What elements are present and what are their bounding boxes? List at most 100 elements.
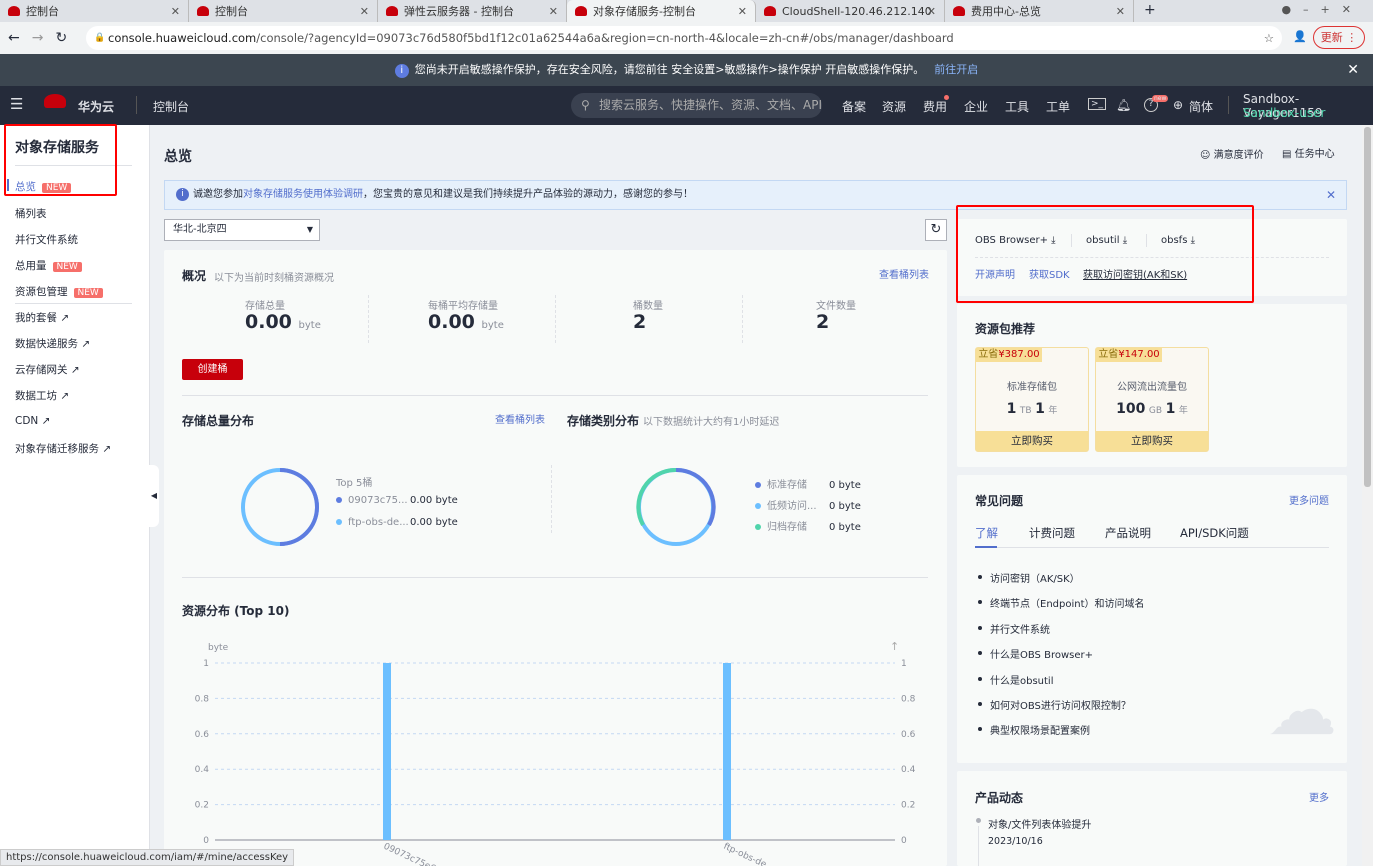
sidebar-item-my-plans[interactable]: 我的套餐 ↗ — [15, 310, 69, 325]
class-name: 低频访问... — [767, 501, 817, 512]
highlight-box — [4, 124, 117, 196]
url-input[interactable]: 🔒 console.huaweicloud.com/console/?agency… — [86, 26, 1282, 50]
sidebar-item-migration[interactable]: 对象存储迁移服务 ↗ — [15, 441, 111, 456]
tab-product[interactable]: 产品说明 — [1105, 525, 1151, 541]
nav-item-billing[interactable]: 费用 — [923, 98, 947, 115]
tab-billing[interactable]: 计费问题 — [1029, 525, 1075, 541]
arrow-up-icon[interactable]: ↑ — [890, 640, 899, 653]
view-bucket-list-link[interactable]: 查看桶列表 — [879, 266, 929, 281]
nav-item-enterprise[interactable]: 企业 — [964, 98, 988, 115]
address-bar-row: ← → ↻ 🔒 console.huaweicloud.com/console/?… — [0, 22, 1373, 54]
legend-item[interactable]: ftp-obs-de...0.00 byte — [336, 517, 458, 528]
buy-button[interactable]: 立即购买 — [976, 431, 1088, 451]
sidebar-item-packages[interactable]: 资源包管理 NEW — [15, 284, 103, 299]
browser-tab[interactable]: 控制台 ✕ — [189, 0, 378, 22]
browser-tab[interactable]: CloudShell-120.46.212.140 ✕ — [756, 0, 945, 22]
faq-item[interactable]: 什么是obsutil — [978, 672, 1054, 687]
view-bucket-list-link[interactable]: 查看桶列表 — [495, 411, 545, 426]
sidebar-item-buckets[interactable]: 桶列表 — [15, 206, 47, 221]
close-notice-icon[interactable]: ✕ — [1326, 181, 1336, 209]
legend-dot — [755, 524, 761, 530]
close-tab-icon[interactable]: ✕ — [738, 5, 747, 18]
update-button[interactable]: 更新 ⋮ — [1313, 26, 1365, 49]
nav-item-filing[interactable]: 备案 — [842, 98, 866, 115]
faq-item[interactable]: 访问密钥（AK/SK） — [978, 570, 1080, 585]
close-tab-icon[interactable]: ✕ — [360, 5, 369, 18]
survey-link[interactable]: 对象存储服务使用体验调研 — [243, 189, 363, 200]
save-tag: 立省¥387.00 — [976, 348, 1042, 362]
close-tab-icon[interactable]: ✕ — [549, 5, 558, 18]
tab-api-sdk[interactable]: API/SDK问题 — [1180, 525, 1249, 541]
stat-label: 存储总量 — [245, 301, 285, 312]
reload-icon[interactable]: ↻ — [55, 30, 67, 46]
label: 总用量 — [15, 260, 47, 272]
browser-tab[interactable]: 费用中心-总览 ✕ — [945, 0, 1134, 22]
close-tab-icon[interactable]: ✕ — [927, 5, 936, 18]
menu-icon[interactable]: ☰ — [10, 95, 23, 113]
create-bucket-button[interactable]: 创建桶 — [182, 359, 243, 380]
label: 满意度评价 — [1213, 150, 1264, 161]
buy-button[interactable]: 立即购买 — [1096, 431, 1208, 451]
label: 对象存储迁移服务 — [15, 443, 99, 455]
scrollbar[interactable] — [1362, 125, 1373, 866]
bookmark-star-icon[interactable]: ☆ — [1264, 26, 1274, 50]
browser-tab[interactable]: 控制台 ✕ — [0, 0, 189, 22]
faq-item[interactable]: 终端节点（Endpoint）和访问域名 — [978, 595, 1145, 610]
close-banner-icon[interactable]: ✕ — [1347, 54, 1359, 86]
sidebar-item-cdn[interactable]: CDN ↗ — [15, 415, 50, 427]
language-switch[interactable]: 简体 — [1189, 98, 1213, 115]
satisfaction-button[interactable]: ☺ 满意度评价 — [1200, 146, 1264, 161]
package-spec: 100 GB 1 年 — [1116, 401, 1188, 417]
legend-item[interactable]: 归档存储 0 byte — [755, 518, 861, 533]
tab-learn[interactable]: 了解 — [975, 525, 998, 541]
profile-icon[interactable]: 👤 — [1293, 30, 1307, 43]
browser-tab[interactable]: 弹性云服务器 - 控制台 ✕ — [378, 0, 567, 22]
nav-item-resources[interactable]: 资源 — [882, 98, 906, 115]
globe-icon[interactable]: ⊕ — [1173, 98, 1183, 112]
user-name[interactable]: Sandbox-user — [1243, 106, 1325, 120]
info-icon: i — [176, 188, 189, 201]
region-select[interactable]: 华北-北京四 ▼ — [164, 219, 320, 241]
close-tab-icon[interactable]: ✕ — [171, 5, 180, 18]
stat-bucket-count[interactable]: 2 — [633, 311, 646, 333]
legend-item[interactable]: 09073c75... 0.00 byte — [336, 495, 458, 506]
close-tab-icon[interactable]: ✕ — [1116, 5, 1125, 18]
task-center-button[interactable]: ▤ 任务中心 — [1282, 145, 1335, 160]
collapse-sidebar-handle[interactable]: ◀ — [149, 465, 159, 527]
huawei-logo-icon[interactable] — [44, 94, 66, 108]
faq-item[interactable]: 如何对OBS进行访问权限控制？ — [978, 697, 1131, 712]
faq-item[interactable]: 并行文件系统 — [978, 621, 1050, 636]
legend-item[interactable]: 低频访问... 0 byte — [755, 497, 861, 512]
new-tab-icon[interactable]: + — [1134, 0, 1166, 22]
global-search-input[interactable]: ⚲ 搜索云服务、快捷操作、资源、文档、API — [571, 93, 822, 118]
more-faq-link[interactable]: 更多问题 — [1289, 492, 1329, 507]
browser-tab-active[interactable]: 对象存储服务-控制台 ✕ — [567, 0, 756, 22]
sidebar-item-parallel-fs[interactable]: 并行文件系统 — [15, 232, 78, 247]
legend-dot — [336, 497, 342, 503]
label: 云存储网关 — [15, 364, 68, 376]
back-icon[interactable]: ← — [8, 30, 20, 46]
package-card: 立省¥387.00 标准存储包 1 TB 1 年 立即购买 — [975, 347, 1089, 452]
security-notice-banner: i 您尚未开启敏感操作保护，存在安全风险，请您前往 安全设置>敏感操作>操作保护 … — [0, 54, 1373, 86]
more-news-link[interactable]: 更多 — [1309, 789, 1329, 804]
forward-icon[interactable]: → — [32, 30, 44, 46]
sidebar-item-usage[interactable]: 总用量 NEW — [15, 258, 82, 273]
bell-icon[interactable]: 🔔︎ — [1116, 98, 1131, 112]
brand-name[interactable]: 华为云 — [78, 98, 114, 115]
window-controls[interactable]: ●–+✕ — [1271, 0, 1373, 22]
legend-item[interactable]: 标准存储 0 byte — [755, 476, 861, 491]
refresh-button[interactable]: ↻ — [925, 219, 947, 241]
faq-item[interactable]: 典型权限场景配置案例 — [978, 722, 1090, 737]
enable-protection-link[interactable]: 前往开启 — [934, 63, 978, 76]
console-link[interactable]: 控制台 — [153, 98, 189, 115]
sidebar-item-storage-gateway[interactable]: 云存储网关 ↗ — [15, 362, 80, 377]
nav-item-tickets[interactable]: 工单 — [1046, 98, 1070, 115]
stat-label: 每桶平均存储量 — [428, 301, 498, 312]
sidebar-item-data-express[interactable]: 数据快递服务 ↗ — [15, 336, 90, 351]
cloudshell-icon[interactable]: >_ — [1088, 98, 1107, 110]
news-item-title[interactable]: 对象/文件列表体验提升 — [988, 816, 1091, 831]
nav-item-tools[interactable]: 工具 — [1005, 98, 1029, 115]
scrollbar-thumb[interactable] — [1364, 127, 1371, 487]
sidebar-item-data-workshop[interactable]: 数据工坊 ↗ — [15, 388, 69, 403]
faq-item[interactable]: 什么是OBS Browser+ — [978, 646, 1093, 661]
